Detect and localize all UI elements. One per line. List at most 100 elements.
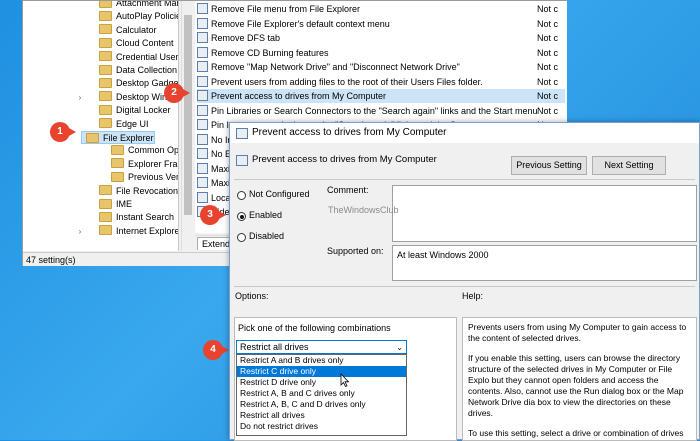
policy-row[interactable]: Remove File menu from File Explorer Not c	[197, 2, 565, 16]
policy-setting-icon	[197, 133, 208, 145]
policy-setting-icon	[197, 119, 208, 131]
policy-name: Prevent users from adding files to the r…	[211, 76, 483, 87]
tree-item[interactable]: Digital Locker	[23, 104, 171, 117]
callout-arrow-icon	[217, 210, 226, 220]
tree-item[interactable]: Edge UI	[23, 118, 149, 131]
tree-item[interactable]: File Revocation	[23, 185, 178, 198]
tree-item-label: Digital Locker	[116, 105, 171, 116]
policy-row[interactable]: Remove File Explorer's default context m…	[197, 17, 565, 31]
tree-item[interactable]: IME	[23, 198, 132, 211]
policy-state: Not c	[537, 33, 559, 43]
expand-arrow-icon[interactable]: ›	[75, 225, 85, 238]
policy-state: Not c	[537, 47, 559, 58]
policy-name: Remove File Explorer's default context m…	[211, 18, 390, 29]
tree-item-label: Calculator	[116, 24, 157, 35]
help-paragraph: If you enable this setting, users can br…	[468, 353, 684, 418]
folder-icon	[111, 158, 124, 169]
folder-icon	[99, 78, 112, 89]
policy-row[interactable]: Remove "Map Network Drive" and "Disconne…	[197, 60, 565, 74]
restrict-drives-select[interactable]: Restrict all drives ⌄	[236, 340, 407, 354]
supported-on-label: Supported on:	[327, 246, 384, 256]
policy-name: Remove CD Burning features	[211, 47, 329, 58]
tree-item[interactable]: Cloud Content	[23, 37, 174, 50]
tree-item-label: Data Collection and	[116, 65, 178, 75]
mouse-cursor-icon	[340, 373, 350, 387]
tree-item-label: Previous Versio	[128, 172, 179, 183]
folder-icon	[86, 132, 99, 143]
combinations-label: Pick one of the following combinations	[238, 323, 391, 333]
expand-arrow-icon[interactable]: ˅	[134, 132, 144, 145]
tree-item[interactable]: › Desktop Windo	[23, 91, 177, 104]
radio-disabled[interactable]	[237, 233, 246, 242]
tree-item[interactable]: Previous Versio	[23, 171, 179, 184]
policy-setting-icon	[197, 75, 208, 87]
policy-setting-dialog: Prevent access to drives from My Compute…	[229, 122, 700, 441]
divider	[234, 179, 695, 180]
policy-state: Not c	[537, 18, 559, 29]
comment-textarea[interactable]	[392, 185, 697, 242]
radio-disabled-label: Disabled	[249, 231, 285, 241]
tree-item-label: File Explorer	[103, 133, 154, 143]
callout-4: 4	[203, 340, 229, 360]
tree-item[interactable]: Instant Search	[23, 211, 174, 224]
dropdown-option[interactable]: Restrict C drive only	[237, 366, 406, 377]
setting-icon	[236, 155, 248, 166]
policy-row[interactable]: Pin Libraries or Search Connectors to th…	[197, 104, 565, 118]
tree-scrollbar[interactable]	[181, 1, 194, 251]
folder-icon	[99, 104, 112, 115]
watermark-text: TheWindowsClub	[328, 205, 399, 215]
dropdown-option[interactable]: Restrict D drive only	[237, 377, 406, 388]
policy-setting-icon	[197, 191, 208, 203]
callout-arrow-icon	[220, 345, 229, 355]
tree-item[interactable]: Calculator	[23, 24, 157, 37]
dropdown-option[interactable]: Restrict A, B, C and D drives only	[237, 399, 406, 410]
policy-setting-icon	[197, 177, 208, 189]
next-setting-button[interactable]: Next Setting	[592, 156, 666, 175]
folder-icon	[99, 118, 112, 129]
tree-item-label: Attachment Manage	[116, 1, 178, 8]
policy-name: Prevent access to drives from My Compute…	[211, 91, 387, 101]
tree-item[interactable]: Explorer Frame	[23, 158, 178, 171]
dialog-title: Prevent access to drives from My Compute…	[252, 127, 447, 138]
radio-not-configured[interactable]	[237, 191, 246, 200]
dropdown-option[interactable]: Do not restrict drives	[237, 421, 406, 432]
tree-item[interactable]: Credential User Inte	[23, 51, 179, 64]
tree-scrollbar-thumb[interactable]	[184, 15, 192, 215]
tree-item-label: Cloud Content	[116, 38, 174, 49]
tree-item-label: IME	[116, 199, 133, 209]
policy-state: Not c	[537, 91, 559, 101]
tree-item[interactable]: Attachment Manage	[23, 1, 178, 10]
tree-item[interactable]: ˅ File Explorer	[81, 131, 155, 144]
tree-item[interactable]: Common Oper	[23, 144, 179, 157]
policy-state: Not c	[537, 4, 559, 14]
tree-item-label: Common Oper	[128, 145, 179, 156]
policy-name: Maxi	[211, 163, 231, 174]
policy-setting-icon	[197, 148, 208, 160]
dropdown-option[interactable]: Restrict A and B drives only	[237, 355, 406, 366]
previous-setting-button[interactable]: Previous Setting	[511, 156, 587, 175]
radio-enabled-label: Enabled	[249, 210, 283, 220]
policy-name: Remove DFS tab	[211, 33, 281, 43]
policy-name: Remove File menu from File Explorer	[211, 4, 361, 14]
folder-icon	[99, 198, 112, 209]
radio-enabled[interactable]	[237, 212, 246, 221]
dropdown-option[interactable]: Restrict all drives	[237, 410, 406, 421]
tree-item[interactable]: Desktop Gadgets	[23, 77, 178, 90]
dropdown-option[interactable]: Restrict A, B and C drives only	[237, 388, 406, 399]
policy-row[interactable]: Remove DFS tab Not c	[197, 31, 565, 45]
policy-row[interactable]: Prevent users from adding files to the r…	[197, 75, 565, 89]
help-panel: Prevents users from using My Computer to…	[462, 317, 697, 441]
callout-2: 2	[164, 83, 190, 103]
tree-item[interactable]: › Internet Explorer	[23, 225, 178, 238]
tree-item[interactable]: AutoPlay Policies	[23, 10, 178, 23]
callout-3: 3	[200, 205, 226, 225]
folder-icon	[99, 1, 112, 8]
tree-item-label: Credential User Inte	[116, 51, 179, 62]
policy-icon	[236, 128, 248, 139]
expand-arrow-icon[interactable]: ›	[75, 91, 85, 104]
policy-row[interactable]: Prevent access to drives from My Compute…	[197, 89, 565, 103]
policy-row[interactable]: Remove CD Burning features Not c	[197, 46, 565, 60]
tree-item[interactable]: Data Collection and	[23, 64, 178, 77]
tree-item-label: Edge UI	[116, 118, 149, 129]
callout-arrow-icon	[181, 88, 190, 98]
